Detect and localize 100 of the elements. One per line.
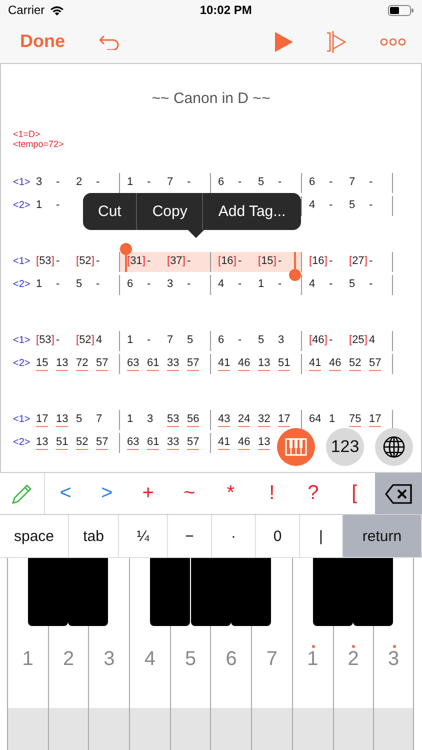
note-text: 24 xyxy=(238,412,250,426)
note-text: 43 xyxy=(218,412,230,426)
piano-key[interactable]: 6 xyxy=(210,626,252,750)
piano-key[interactable]: 3 xyxy=(88,626,130,750)
note-text: - xyxy=(329,278,333,292)
note-text: - xyxy=(329,334,333,348)
piano-key[interactable]: 1 xyxy=(7,626,48,750)
note-text: 41 xyxy=(218,356,230,370)
note-text: 5 xyxy=(349,198,356,212)
note-text: [25] xyxy=(349,334,368,348)
selection-handle[interactable] xyxy=(289,252,301,280)
note-text: 1 xyxy=(127,334,134,348)
note-text: - xyxy=(238,176,242,190)
note-text: 5 xyxy=(76,278,82,292)
voice-label: <2> xyxy=(13,279,32,290)
note-text: 1 xyxy=(127,176,134,190)
piano-key[interactable]: 2 xyxy=(332,626,374,750)
note-text: [53] xyxy=(36,254,54,268)
note-text: - xyxy=(369,198,373,212)
menu-item[interactable]: Cut xyxy=(83,193,136,230)
key-label: 3 xyxy=(374,648,413,671)
piano-key[interactable]: 4 xyxy=(129,626,170,750)
note-text: - xyxy=(147,278,151,292)
backspace-button[interactable] xyxy=(375,473,422,514)
note-text: 57 xyxy=(96,436,108,450)
note-text: 4 xyxy=(309,278,316,292)
note-text: - xyxy=(369,278,373,292)
piano-icon xyxy=(285,438,307,456)
note-text: [46] xyxy=(309,334,328,348)
note-text: 4 xyxy=(218,278,224,292)
note-text: - xyxy=(147,254,151,268)
note-text: [52] xyxy=(76,334,94,348)
note-text: 3 xyxy=(36,176,42,190)
note-text: 41 xyxy=(309,356,322,370)
play-button[interactable] xyxy=(274,30,294,52)
note-text: 13 xyxy=(56,356,68,370)
wifi-icon xyxy=(50,4,64,16)
voice-label: <2> xyxy=(13,437,32,448)
note-text: 7 xyxy=(167,176,174,190)
piano-button[interactable] xyxy=(277,428,315,466)
step-play-button[interactable] xyxy=(326,30,346,54)
note-text: 2 xyxy=(76,176,82,190)
note-text: 7 xyxy=(96,412,102,426)
more-button[interactable] xyxy=(380,38,406,46)
note-text: [27] xyxy=(349,254,368,268)
note-text: - xyxy=(329,198,333,212)
carrier-text: Carrier xyxy=(8,3,45,17)
note-text: 6 xyxy=(127,278,134,292)
return-key[interactable]: return xyxy=(343,515,422,557)
number-pad-button[interactable]: 123 xyxy=(326,428,364,466)
piano-key[interactable]: 1 xyxy=(292,626,332,750)
undo-icon xyxy=(99,34,121,50)
menu-item[interactable]: Add Tag... xyxy=(202,193,301,230)
globe-button[interactable] xyxy=(375,428,413,466)
note-text: 51 xyxy=(56,436,68,450)
note-text: 57 xyxy=(96,356,108,370)
note-text: - xyxy=(147,334,151,348)
note-text: [15] xyxy=(258,254,276,268)
piano-key[interactable]: 5 xyxy=(170,626,210,750)
note-text: - xyxy=(96,176,100,190)
done-button[interactable]: Done xyxy=(20,31,65,52)
note-text: 1 xyxy=(36,278,42,292)
note-text: 15 xyxy=(36,356,48,370)
note-text: 6 xyxy=(309,176,316,190)
note-text: 33 xyxy=(167,436,180,450)
undo-button[interactable] xyxy=(99,34,121,50)
note-text: 52 xyxy=(76,436,88,450)
note-text: 3 xyxy=(147,412,154,426)
note-text: - xyxy=(96,254,100,268)
note-text: 17 xyxy=(278,412,290,426)
note-text: 63 xyxy=(127,436,140,450)
note-text: 52 xyxy=(349,356,362,370)
note-text: 57 xyxy=(369,356,382,370)
note-text: 13 xyxy=(56,412,68,426)
note-text: 5 xyxy=(258,334,264,348)
selection-handle[interactable] xyxy=(120,242,132,272)
more-icon xyxy=(380,38,406,46)
note-text: - xyxy=(369,254,373,268)
note-text: 13 xyxy=(36,436,48,450)
key-label: 7 xyxy=(265,648,279,671)
note-text: 1 xyxy=(36,198,42,212)
note-text: - xyxy=(56,176,60,190)
note-text: 32 xyxy=(258,412,270,426)
note-text: 6 xyxy=(218,176,224,190)
note-text: - xyxy=(56,278,60,292)
globe-icon xyxy=(382,435,406,459)
piano-key[interactable]: 2 xyxy=(48,626,88,750)
key-label: 6 xyxy=(224,648,238,671)
piano-key[interactable]: 7 xyxy=(251,626,292,750)
note-text: - xyxy=(56,198,60,212)
voice-label: <1> xyxy=(13,414,32,425)
note-text: 5 xyxy=(187,334,194,348)
note-text: - xyxy=(187,176,191,190)
note-text: [31] xyxy=(127,254,146,268)
note-text: - xyxy=(56,334,60,348)
note-text: 4 xyxy=(369,334,376,348)
menu-item[interactable]: Copy xyxy=(136,193,202,230)
note-text: 1 xyxy=(258,278,264,292)
key-label: 3 xyxy=(102,648,116,671)
piano-key[interactable]: 3 xyxy=(373,626,414,750)
